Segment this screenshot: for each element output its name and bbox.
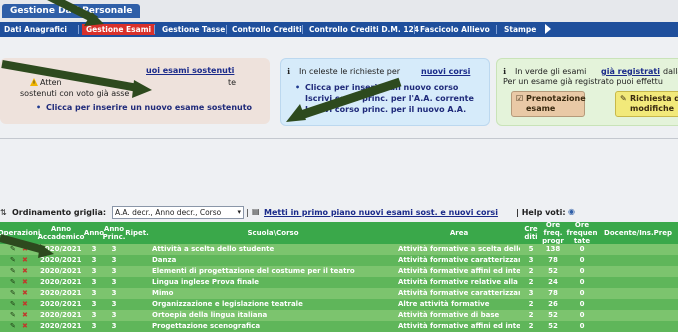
delete-icon[interactable]: ✖ — [22, 321, 28, 332]
cell-ore-frequentate: 0 — [579, 322, 585, 330]
cell-crediti: 2 — [528, 322, 534, 330]
arrow-to-grid — [0, 234, 54, 258]
cell-anno-accademico: 2020/2021 — [40, 322, 82, 330]
cell-area: Attività formative affini ed integrat — [398, 322, 520, 330]
cell-anno-princ: 3 — [111, 322, 117, 330]
cell-ore-freq-progr: 52 — [548, 322, 558, 330]
arrow-to-gestione-esami — [47, 0, 104, 26]
arrow-to-exam-panel — [1, 60, 152, 98]
tutorial-arrows — [0, 0, 402, 258]
application-window: Gestione Dati Personale Dati Anagrafici … — [0, 0, 678, 332]
edit-icon[interactable]: ✎ — [10, 321, 16, 332]
table-row[interactable]: ✎ ✖ 2020/2021 3 3 Progettazione scenografica A… — [0, 321, 678, 332]
arrow-to-course-panel — [286, 77, 402, 122]
cell-scuola-corso: Progettazione scenografica — [152, 322, 261, 330]
cell-anno: 3 — [91, 322, 97, 330]
